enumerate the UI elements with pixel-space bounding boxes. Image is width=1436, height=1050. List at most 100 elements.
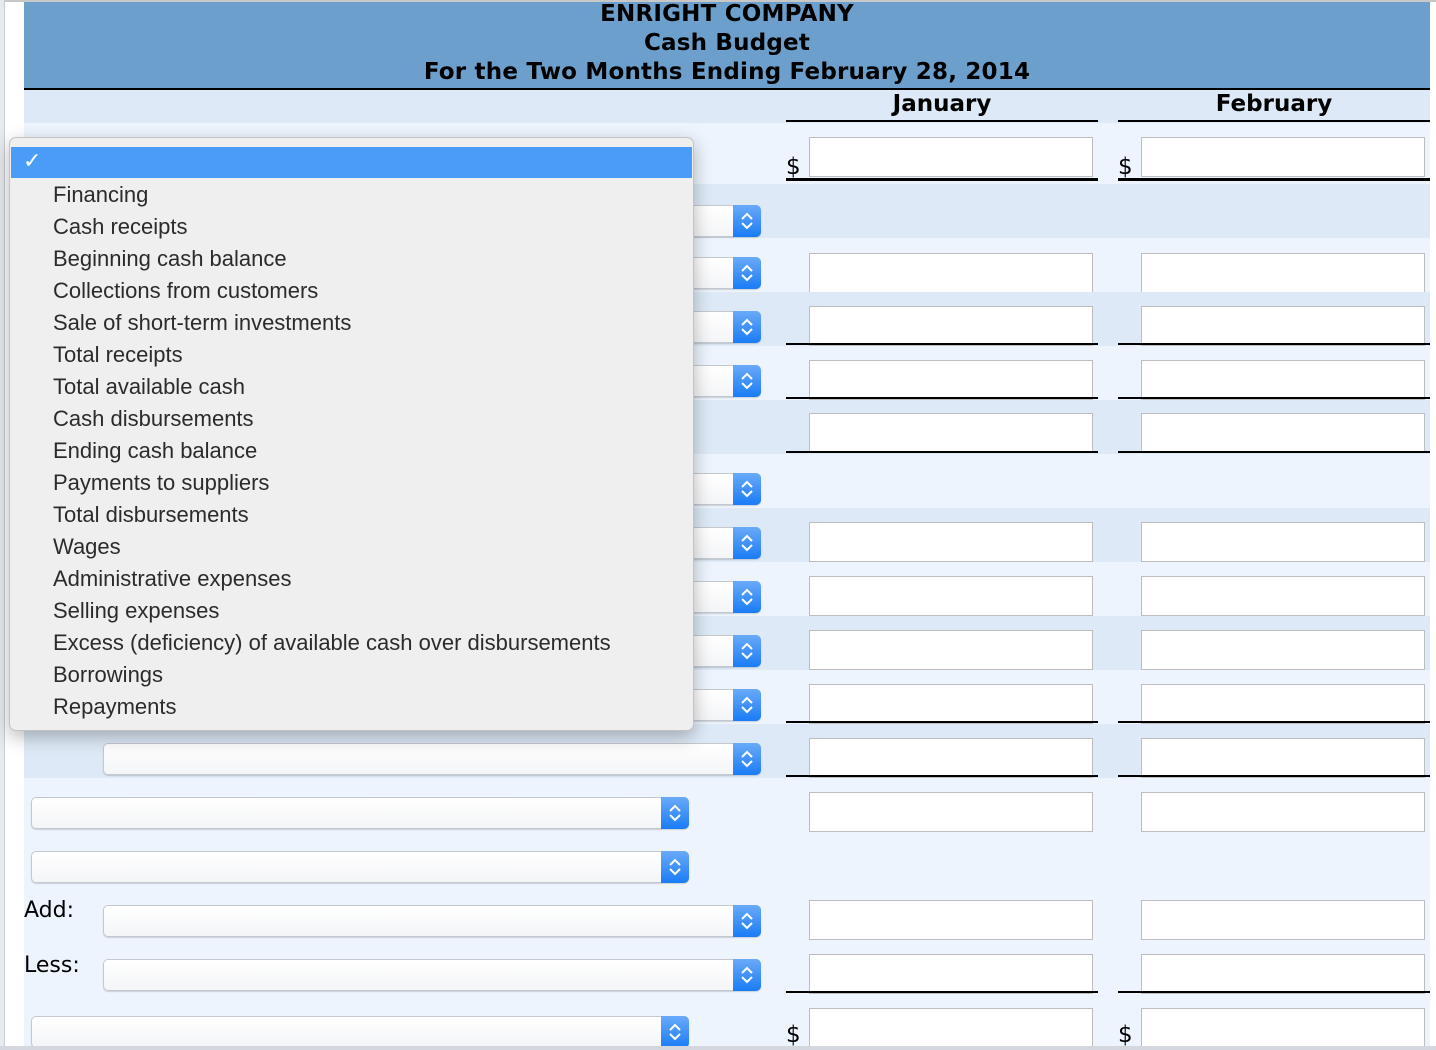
- february-amount-input[interactable]: [1141, 306, 1425, 346]
- budget-row-less: Less:: [24, 940, 1430, 994]
- line-item-select[interactable]: [103, 959, 761, 991]
- budget-row-add: Add:: [24, 886, 1430, 940]
- january-amount-input[interactable]: [809, 900, 1093, 940]
- menu-item-blank-selected[interactable]: ✓: [11, 147, 692, 178]
- subtotal-underline: [786, 397, 1098, 399]
- menu-item-payments-to-suppliers[interactable]: Payments to suppliers: [53, 470, 269, 496]
- subtotal-underline: [1118, 451, 1430, 453]
- select-stepper-icon: [661, 1016, 689, 1048]
- january-amount-input[interactable]: [809, 137, 1093, 177]
- subtotal-underline: [1118, 397, 1430, 399]
- company-name: ENRIGHT COMPANY: [600, 1, 854, 27]
- line-item-select[interactable]: [31, 851, 689, 883]
- report-header: ENRIGHT COMPANY Cash Budget For the Two …: [24, 1, 1430, 90]
- menu-item-borrowings[interactable]: Borrowings: [53, 662, 163, 688]
- currency-symbol: $: [1118, 1022, 1133, 1048]
- january-amount-input[interactable]: [809, 360, 1093, 400]
- line-item-select[interactable]: [103, 905, 761, 937]
- menu-item-excess-deficiency[interactable]: Excess (deficiency) of available cash ov…: [53, 630, 611, 656]
- subtotal-underline: [1118, 775, 1430, 777]
- menu-item-beginning-cash-balance[interactable]: Beginning cash balance: [53, 246, 287, 272]
- budget-row: [24, 778, 1430, 832]
- subtotal-underline: [786, 721, 1098, 723]
- menu-item-total-receipts[interactable]: Total receipts: [53, 342, 183, 368]
- add-label: Add:: [24, 898, 75, 923]
- budget-row: [24, 832, 1430, 886]
- menu-item-wages[interactable]: Wages: [53, 534, 121, 560]
- select-stepper-icon: [661, 797, 689, 829]
- budget-row: [24, 724, 1430, 778]
- menu-item-cash-receipts[interactable]: Cash receipts: [53, 214, 188, 240]
- january-amount-input[interactable]: [809, 522, 1093, 562]
- report-period: For the Two Months Ending February 28, 2…: [423, 59, 1031, 85]
- currency-symbol: $: [1118, 154, 1133, 180]
- menu-item-ending-cash-balance[interactable]: Ending cash balance: [53, 438, 257, 464]
- column-header-underline: [786, 120, 1098, 122]
- line-item-select[interactable]: [103, 743, 761, 775]
- subtotal-underline: [786, 343, 1098, 345]
- menu-item-financing[interactable]: Financing: [53, 182, 148, 208]
- menu-item-repayments[interactable]: Repayments: [53, 694, 177, 720]
- january-amount-input[interactable]: [809, 738, 1093, 778]
- february-amount-input[interactable]: [1141, 360, 1425, 400]
- select-stepper-icon: [733, 257, 761, 289]
- select-stepper-icon: [733, 689, 761, 721]
- menu-item-total-available-cash[interactable]: Total available cash: [53, 374, 245, 400]
- currency-symbol: $: [786, 154, 801, 180]
- subtotal-underline: [786, 451, 1098, 453]
- february-amount-input[interactable]: [1141, 576, 1425, 616]
- february-amount-input[interactable]: [1141, 684, 1425, 724]
- january-amount-input[interactable]: [809, 306, 1093, 346]
- select-stepper-icon: [733, 205, 761, 237]
- total-underline: [786, 178, 1098, 181]
- line-item-select[interactable]: [31, 797, 689, 829]
- select-stepper-icon: [733, 635, 761, 667]
- line-item-select[interactable]: [31, 1016, 689, 1048]
- january-amount-input[interactable]: [809, 630, 1093, 670]
- january-amount-input[interactable]: [809, 684, 1093, 724]
- select-stepper-icon: [733, 473, 761, 505]
- checkmark-icon: ✓: [23, 148, 42, 173]
- select-stepper-icon: [733, 365, 761, 397]
- subtotal-underline: [786, 991, 1098, 993]
- february-amount-input[interactable]: [1141, 954, 1425, 994]
- february-amount-input[interactable]: [1141, 900, 1425, 940]
- total-underline: [1118, 178, 1430, 181]
- select-stepper-icon: [733, 527, 761, 559]
- select-stepper-icon: [733, 581, 761, 613]
- window-bottom-border: [0, 1046, 1436, 1050]
- line-item-dropdown-menu: ✓ Financing Cash receipts Beginning cash…: [9, 137, 694, 731]
- select-stepper-icon: [733, 743, 761, 775]
- february-amount-input[interactable]: [1141, 1008, 1425, 1048]
- column-header-row: January February: [24, 90, 1430, 123]
- currency-symbol: $: [786, 1022, 801, 1048]
- january-amount-input[interactable]: [809, 253, 1093, 293]
- february-amount-input[interactable]: [1141, 413, 1425, 453]
- budget-row-total: $ $: [24, 994, 1430, 1048]
- select-stepper-icon: [733, 959, 761, 991]
- january-amount-input[interactable]: [809, 954, 1093, 994]
- select-stepper-icon: [733, 311, 761, 343]
- january-amount-input[interactable]: [809, 576, 1093, 616]
- february-amount-input[interactable]: [1141, 630, 1425, 670]
- subtotal-underline: [1118, 721, 1430, 723]
- menu-item-administrative-expenses[interactable]: Administrative expenses: [53, 566, 291, 592]
- menu-item-selling-expenses[interactable]: Selling expenses: [53, 598, 219, 624]
- february-amount-input[interactable]: [1141, 792, 1425, 832]
- february-amount-input[interactable]: [1141, 137, 1425, 177]
- subtotal-underline: [1118, 991, 1430, 993]
- column-header-underline: [1118, 120, 1430, 122]
- menu-item-collections-from-customers[interactable]: Collections from customers: [53, 278, 318, 304]
- menu-item-total-disbursements[interactable]: Total disbursements: [53, 502, 249, 528]
- menu-item-cash-disbursements[interactable]: Cash disbursements: [53, 406, 254, 432]
- column-header-february: February: [1215, 91, 1333, 117]
- february-amount-input[interactable]: [1141, 253, 1425, 293]
- menu-item-sale-of-short-term-investments[interactable]: Sale of short-term investments: [53, 310, 351, 336]
- february-amount-input[interactable]: [1141, 738, 1425, 778]
- column-header-january: January: [892, 91, 992, 117]
- window-left-border: [0, 0, 5, 1050]
- january-amount-input[interactable]: [809, 1008, 1093, 1048]
- february-amount-input[interactable]: [1141, 522, 1425, 562]
- january-amount-input[interactable]: [809, 792, 1093, 832]
- january-amount-input[interactable]: [809, 413, 1093, 453]
